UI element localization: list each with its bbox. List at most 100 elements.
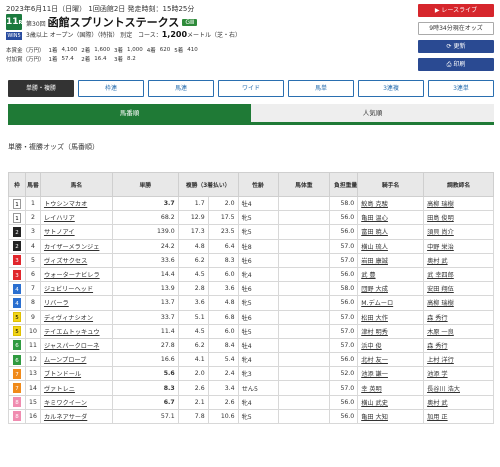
waku-badge: 6 (12, 354, 21, 365)
trainer-link[interactable]: 長谷川 浩大 (423, 380, 494, 396)
update-button[interactable]: ⟳ 更新 (418, 40, 494, 53)
tab-bet-0[interactable]: 単勝・複勝 (8, 80, 74, 97)
course-distance: 1,200 (161, 30, 188, 39)
trainer-link[interactable]: 上村 洋行 (423, 352, 494, 368)
body-weight (277, 323, 331, 339)
win-odds: 57.1 (111, 408, 179, 425)
win-odds: 24.2 (111, 238, 179, 254)
horse-name-link[interactable]: ジュビリーヘッド (39, 281, 113, 297)
trainer-link[interactable]: 奥村 武 (423, 394, 494, 410)
odds-table: 枠 馬番 馬名 単勝 複勝（3着払い） 性齢 馬体重 負担重量 騎手名 調教師名… (8, 172, 494, 425)
tab-bet-1[interactable]: 枠連 (78, 80, 144, 97)
trainer-link[interactable]: 奥村 武 (423, 252, 494, 268)
jockey-link[interactable]: 富田 暁人 (357, 224, 425, 240)
horse-name-link[interactable]: ウォーターナビレラ (39, 266, 113, 283)
waku-badge: 4 (12, 297, 21, 308)
prize-value: 1着 (48, 48, 58, 54)
prize-value: 1,600 (94, 47, 111, 53)
jockey-link[interactable]: M.デムーロ (357, 295, 425, 311)
horse-name-link[interactable]: トウシンマカオ (39, 195, 113, 212)
tab-bet-6[interactable]: 3連単 (428, 80, 494, 97)
load-weight: 57.0 (329, 337, 359, 354)
jockey-link[interactable]: 幸 英明 (357, 380, 425, 396)
print-label: 印刷 (453, 61, 466, 68)
trainer-link[interactable]: 中野 栄治 (423, 238, 494, 254)
horse-name-link[interactable]: サトノアイ (39, 224, 113, 240)
tab-bet-3[interactable]: ワイド (218, 80, 284, 97)
trainer-link[interactable]: 安田 翔伍 (423, 281, 494, 297)
body-weight (277, 252, 331, 268)
waku-cell: 3 (8, 266, 26, 283)
horse-name-link[interactable]: ヴァトレニ (39, 380, 113, 396)
horse-name-link[interactable]: ディヴィナシオン (39, 309, 113, 325)
print-button[interactable]: ⎙ 印刷 (418, 58, 494, 71)
horse-name-link[interactable]: キミワクイーン (39, 394, 113, 410)
jockey-link[interactable]: 津村 明秀 (357, 323, 425, 339)
race-live-button[interactable]: ▶ レースライブ (418, 4, 494, 17)
prize-value: 8.2 (127, 56, 136, 62)
horse-name-link[interactable]: リバーラ (39, 295, 113, 311)
win-odds: 11.4 (111, 323, 179, 339)
horse-name-link[interactable]: ブトンドール (39, 366, 113, 382)
sex-age: 牡6 (237, 281, 279, 297)
jockey-link[interactable]: 岩田 康誠 (357, 252, 425, 268)
sex-age: 牝3 (237, 366, 279, 382)
horse-name-link[interactable]: カルネアサーダ (39, 408, 113, 425)
tab-bet-4[interactable]: 馬単 (288, 80, 354, 97)
jockey-link[interactable]: 団野 大成 (357, 281, 425, 297)
place-odds-high: 23.5 (207, 224, 239, 240)
horse-name-link[interactable]: カイザーメランジェ (39, 238, 113, 254)
sex-age: 牝4 (237, 394, 279, 410)
trainer-link[interactable]: 高柳 瑞樹 (423, 195, 494, 212)
horse-name-link[interactable]: ジャスパークローネ (39, 337, 113, 354)
table-row: 7 14 ヴァトレニ 8.3 2.6 3.4 せん5 57.0 幸 英明 長谷川 浩大 (8, 380, 494, 396)
jockey-link[interactable]: 亀田 温心 (357, 210, 425, 226)
place-odds-high: 3.6 (207, 281, 239, 297)
jockey-link[interactable]: 武 豊 (357, 266, 425, 283)
waku-cell: 4 (8, 281, 26, 297)
date-line: 2023年6月11日（日曜） 1回函館2日 発走時刻：15時25分 (6, 5, 195, 13)
tab-sort-popularity[interactable]: 人気順 (251, 104, 494, 122)
sex-age: 牝5 (237, 224, 279, 240)
horse-number: 2 (24, 210, 41, 226)
jockey-link[interactable]: 松田 大作 (357, 309, 425, 325)
jockey-link[interactable]: 亀田 大知 (357, 408, 425, 425)
load-weight: 56.0 (329, 394, 359, 410)
trainer-link[interactable]: 池添 学 (423, 366, 494, 382)
trainer-link[interactable]: 武 幸四郎 (423, 266, 494, 283)
place-odds-low: 6.2 (177, 337, 209, 354)
horse-name-link[interactable]: ムーンプローブ (39, 352, 113, 368)
place-odds-low: 4.5 (177, 323, 209, 339)
tab-bet-5[interactable]: 3連複 (358, 80, 424, 97)
jockey-link[interactable]: 池添 謙一 (357, 366, 425, 382)
trainer-link[interactable]: 森 秀行 (423, 309, 494, 325)
prize-value: 620 (159, 47, 171, 53)
jockey-link[interactable]: 鮫島 克駿 (357, 195, 425, 212)
tab-sort-number[interactable]: 馬番順 (8, 104, 251, 122)
trainer-link[interactable]: 田島 俊明 (423, 210, 494, 226)
sex-age: 牡6 (237, 309, 279, 325)
prize-row: 本賞金（万円） 1着 4,100 2着 1,600 3着 1,000 4着 620 5着 410 (6, 46, 202, 55)
tab-bet-2[interactable]: 馬連 (148, 80, 214, 97)
horse-number: 8 (24, 295, 41, 311)
horse-name-link[interactable]: テイエムトッキュウ (39, 323, 113, 339)
trainer-link[interactable]: 木原 一良 (423, 323, 494, 339)
trainer-link[interactable]: 須貝 尚介 (423, 224, 494, 240)
trainer-link[interactable]: 高柳 瑞樹 (423, 295, 494, 311)
jockey-link[interactable]: 北村 友一 (357, 352, 425, 368)
horse-name-link[interactable]: ヴィズサクセス (39, 252, 113, 268)
jockey-link[interactable]: 横山 武史 (357, 394, 425, 410)
jockey-link[interactable]: 浜中 俊 (357, 337, 425, 354)
trainer-link[interactable]: 加用 正 (423, 408, 494, 425)
waku-badge: 2 (12, 226, 21, 237)
horse-number: 14 (24, 380, 41, 396)
horse-number: 11 (24, 337, 41, 354)
sort-tab-underline (8, 122, 494, 125)
horse-name-link[interactable]: レイハリア (39, 210, 113, 226)
trainer-link[interactable]: 森 秀行 (423, 337, 494, 354)
load-weight: 58.0 (329, 195, 359, 212)
col-load: 負担重量 (329, 172, 359, 197)
course-unit: メートル（芝・右） (187, 32, 242, 39)
jockey-link[interactable]: 横山 琉人 (357, 238, 425, 254)
col-jockey: 騎手名 (357, 172, 425, 197)
